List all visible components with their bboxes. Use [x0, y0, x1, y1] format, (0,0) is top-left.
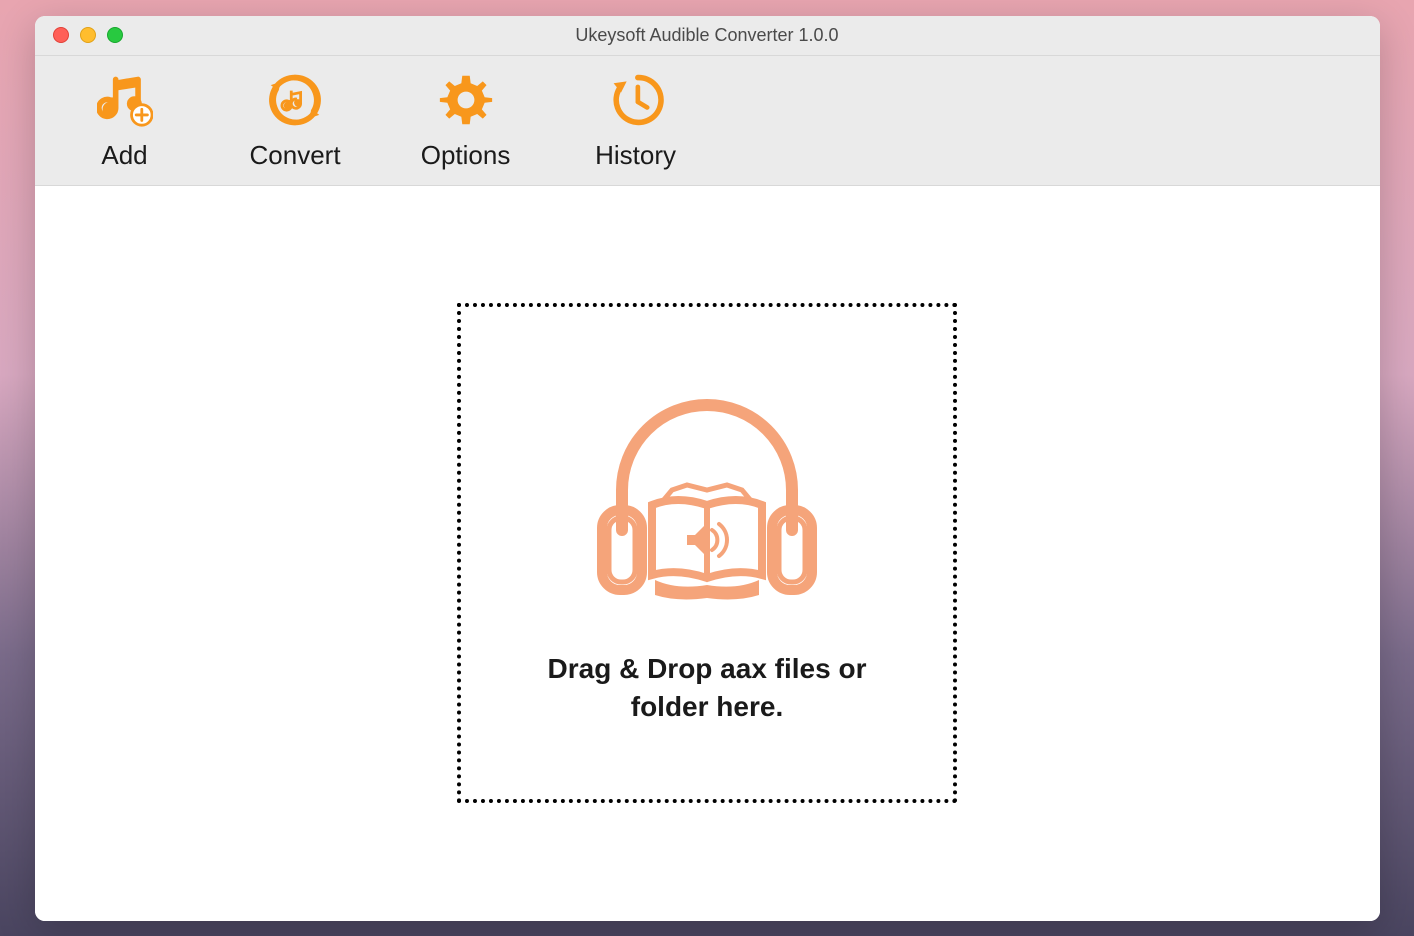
content-area: Drag & Drop aax files or folder here.: [35, 186, 1380, 921]
add-label: Add: [101, 140, 147, 171]
convert-label: Convert: [250, 140, 341, 171]
gear-icon: [436, 70, 496, 130]
maximize-button[interactable]: [107, 27, 123, 43]
close-button[interactable]: [53, 27, 69, 43]
convert-button[interactable]: Convert: [250, 70, 341, 171]
minimize-button[interactable]: [80, 27, 96, 43]
titlebar: Ukeysoft Audible Converter 1.0.0: [35, 16, 1380, 56]
options-button[interactable]: Options: [421, 70, 511, 171]
add-button[interactable]: Add: [80, 70, 170, 171]
window-title: Ukeysoft Audible Converter 1.0.0: [35, 25, 1380, 46]
drop-zone-text: Drag & Drop aax files or folder here.: [517, 650, 897, 726]
music-add-icon: [95, 70, 155, 130]
history-button[interactable]: History: [591, 70, 681, 171]
options-label: Options: [421, 140, 511, 171]
drop-zone[interactable]: Drag & Drop aax files or folder here.: [457, 303, 957, 803]
convert-icon: [265, 70, 325, 130]
history-label: History: [595, 140, 676, 171]
traffic-lights: [35, 27, 123, 43]
history-icon: [606, 70, 666, 130]
app-window: Ukeysoft Audible Converter 1.0.0 Add: [35, 16, 1380, 921]
audiobook-headphones-icon: [577, 380, 837, 620]
toolbar: Add Convert: [35, 56, 1380, 186]
